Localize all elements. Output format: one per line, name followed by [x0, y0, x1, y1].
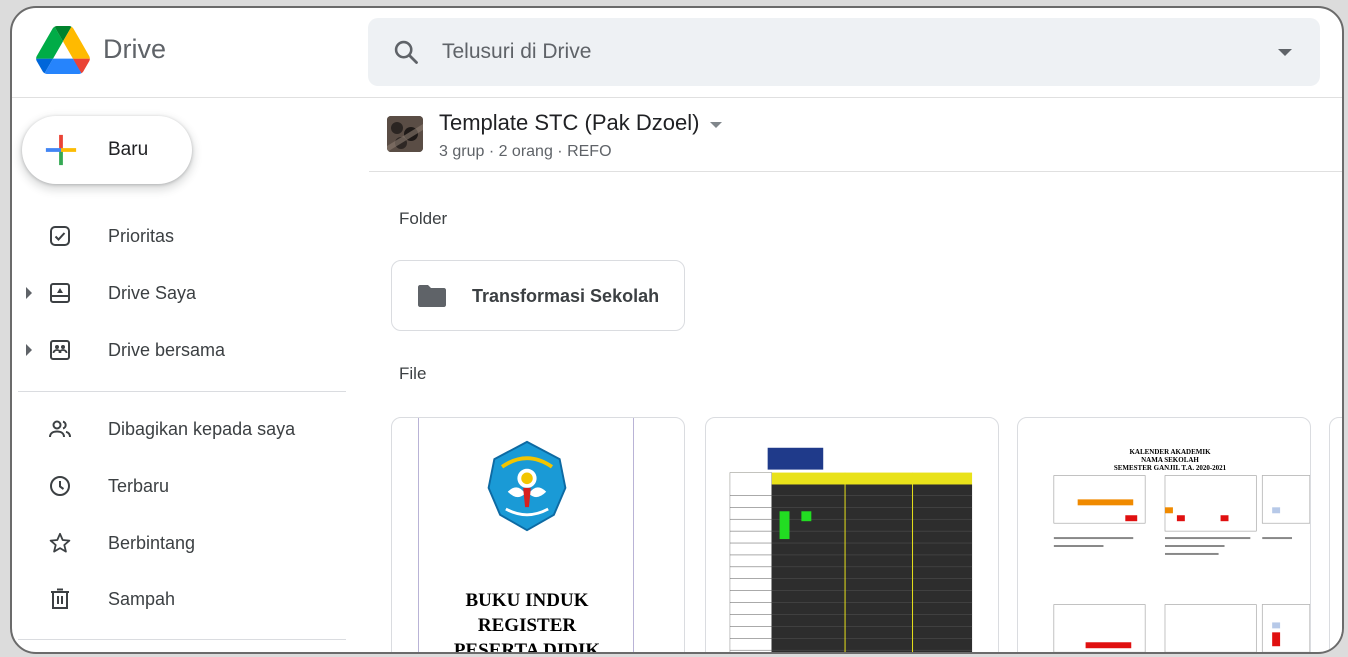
sidebar-item-label: Prioritas [108, 226, 175, 246]
new-button-label: Baru [108, 139, 149, 160]
folder-card[interactable]: Transformasi Sekolah [391, 260, 685, 331]
sidebar-item-priority[interactable]: Prioritas [12, 213, 357, 259]
sidebar-item-shared-drives[interactable]: Drive bersama [12, 327, 357, 373]
file-card-document[interactable]: BUKU INDUK REGISTER PESERTA DIDIK [391, 417, 685, 654]
calendar-header: KALENDER AKADEMIK NAMA SEKOLAH SEMESTER … [1054, 448, 1286, 472]
expand-arrow-icon[interactable] [26, 344, 32, 356]
top-bar: Drive [12, 8, 1342, 98]
sidebar-item-label: Drive Saya [108, 283, 197, 303]
new-button[interactable]: Baru [22, 116, 192, 184]
file-card-spreadsheet[interactable] [705, 417, 999, 652]
sidebar-divider [18, 639, 346, 640]
folder-icon [418, 285, 446, 307]
my-drive-icon [50, 283, 70, 303]
document-title-line: REGISTER [477, 615, 577, 636]
search-options-icon[interactable] [1278, 49, 1292, 56]
sidebar-divider [18, 391, 346, 392]
sidebar-item-label: Dibagikan kepada saya [108, 419, 296, 439]
sidebar-item-recent[interactable]: Terbaru [12, 463, 357, 509]
app-name: Drive [103, 34, 167, 64]
shared-drives-icon [50, 340, 70, 360]
file-card-calendar[interactable]: KALENDER AKADEMIK NAMA SEKOLAH SEMESTER … [1017, 417, 1311, 652]
sidebar-item-shared-with-me[interactable]: Dibagikan kepada saya [12, 406, 357, 452]
sidebar-item-label: Drive bersama [108, 340, 226, 360]
calendar-title-line: SEMESTER GANJIL T.A. 2020-2021 [1113, 464, 1227, 472]
star-icon [49, 532, 71, 553]
main-content: Template STC (Pak Dzoel) 3 grup · 2 oran… [369, 98, 1342, 654]
clock-icon [50, 476, 70, 496]
drive-logo-icon[interactable] [36, 26, 90, 74]
title-dropdown-icon[interactable] [710, 122, 722, 128]
people-icon [49, 420, 71, 438]
folder-name: Transformasi Sekolah [472, 286, 660, 306]
search-bar[interactable] [368, 18, 1320, 86]
drive-window: Drive Baru Priorit [10, 6, 1344, 654]
file-card-partial[interactable] [1329, 417, 1342, 652]
document-title-line: PESERTA DIDIK [453, 640, 601, 654]
page-subtitle: 3 grup · 2 orang · REFO [439, 143, 612, 160]
sidebar: Baru Prioritas Drive Saya Drive bersama … [12, 98, 357, 652]
sidebar-item-starred[interactable]: Berbintang [12, 520, 357, 566]
header-divider [369, 171, 1342, 172]
sidebar-item-label: Berbintang [108, 533, 196, 553]
sidebar-item-trash[interactable]: Sampah [12, 576, 357, 622]
calendar-title-line: NAMA SEKOLAH [1141, 456, 1199, 464]
document-thumbnail: BUKU INDUK REGISTER PESERTA DIDIK [418, 418, 635, 654]
file-section-label: File [399, 364, 427, 383]
group-avatar [387, 116, 423, 152]
search-icon[interactable] [392, 38, 420, 66]
sidebar-item-label: Sampah [108, 589, 176, 609]
expand-arrow-icon[interactable] [26, 287, 32, 299]
document-title-line: BUKU INDUK [465, 590, 589, 611]
checkbox-icon [50, 226, 70, 246]
sidebar-item-label: Terbaru [108, 476, 170, 496]
folder-section-label: Folder [399, 209, 448, 228]
calendar-title-line: KALENDER AKADEMIK [1129, 448, 1211, 456]
page-title: Template STC (Pak Dzoel) [439, 110, 700, 135]
trash-icon [51, 588, 69, 609]
plus-icon [45, 134, 77, 166]
spreadsheet-thumbnail [729, 447, 973, 652]
search-input[interactable] [442, 32, 1222, 72]
sidebar-item-my-drive[interactable]: Drive Saya [12, 270, 357, 316]
document-title: BUKU INDUK REGISTER PESERTA DIDIK [419, 588, 635, 654]
tut-wuri-handayani-logo-icon [487, 440, 567, 532]
